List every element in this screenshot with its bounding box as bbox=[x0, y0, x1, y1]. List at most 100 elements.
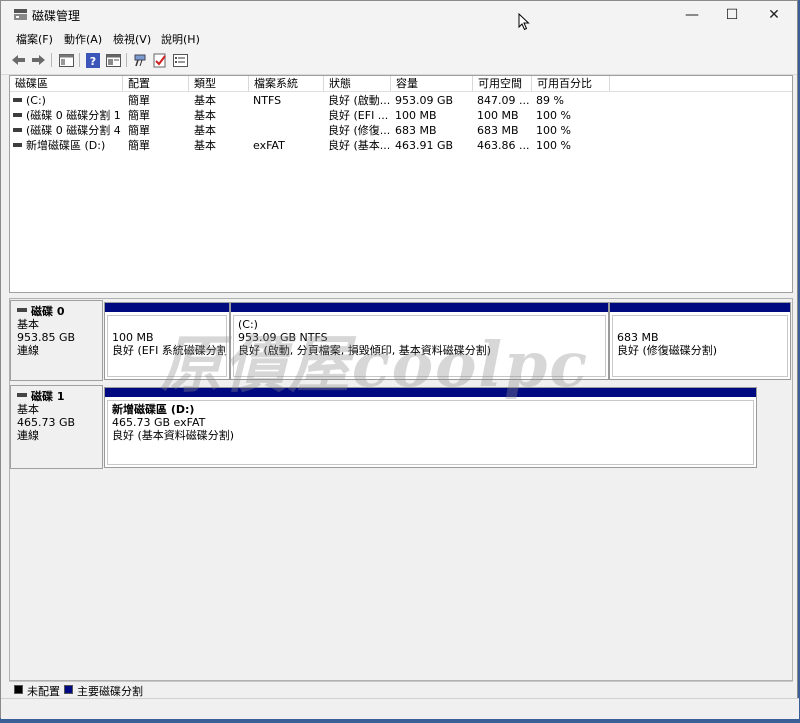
volume-row[interactable]: (C:) 簡單 基本 NTFS 良好 (啟動... 953.09 GB 847.… bbox=[10, 93, 792, 108]
disk-0-status: 連線 bbox=[17, 344, 39, 357]
title-bar[interactable]: 磁碟管理 — ☐ ✕ bbox=[1, 1, 797, 28]
partition-status: 良好 (啟動, 分頁檔案, 損毀傾印, 基本資料磁碟分割) bbox=[238, 344, 492, 357]
partition-size: 465.73 GB exFAT bbox=[112, 416, 206, 429]
partition-size: 683 MB bbox=[617, 331, 659, 344]
back-icon[interactable] bbox=[11, 52, 27, 68]
partition-c-drive[interactable]: (C:) 953.09 GB NTFS 良好 (啟動, 分頁檔案, 損毀傾印, … bbox=[230, 302, 609, 380]
legend-swatch-primary bbox=[64, 685, 73, 694]
column-header-percent-free[interactable]: 可用百分比 bbox=[532, 76, 610, 91]
filesystem-cell: exFAT bbox=[253, 139, 285, 152]
status-cell: 良好 (修復... bbox=[328, 124, 390, 137]
menu-bar: 檔案(F) 動作(A) 檢視(V) 說明(H) bbox=[1, 28, 797, 48]
percent-free-cell: 100 % bbox=[536, 109, 571, 122]
partition-bar bbox=[105, 388, 756, 397]
type-cell: 基本 bbox=[194, 139, 216, 152]
check-icon[interactable] bbox=[152, 52, 168, 68]
disk-1-type: 基本 bbox=[17, 403, 39, 416]
disk-1-size: 465.73 GB bbox=[17, 416, 76, 429]
disk-1-status: 連線 bbox=[17, 429, 39, 442]
partition-title: 新增磁碟區 (D:) bbox=[112, 403, 195, 416]
volume-icon bbox=[13, 113, 22, 117]
volume-list[interactable]: 磁碟區 配置 類型 檔案系統 狀態 容量 可用空間 可用百分比 (C:) 簡單 … bbox=[9, 75, 793, 293]
status-cell: 良好 (EFI ... bbox=[328, 109, 389, 122]
capacity-cell: 463.91 GB bbox=[395, 139, 454, 152]
disk-1-label[interactable]: 磁碟 1 基本 465.73 GB 連線 bbox=[10, 385, 103, 469]
legend-swatch-unallocated bbox=[14, 685, 23, 694]
toolbar-separator bbox=[126, 53, 127, 67]
volume-name: (磁碟 0 磁碟分割 4) bbox=[26, 124, 121, 137]
partition-status: 良好 (基本資料磁碟分割) bbox=[112, 429, 235, 442]
capacity-cell: 683 MB bbox=[395, 124, 437, 137]
partition-bar bbox=[105, 303, 229, 312]
menu-action[interactable]: 動作(A) bbox=[64, 31, 102, 47]
column-header-free-space[interactable]: 可用空間 bbox=[473, 76, 532, 91]
disk-graph-view[interactable]: 磁碟 0 基本 953.85 GB 連線 100 MB 良好 (EFI 系統磁碟… bbox=[9, 298, 793, 681]
layout-cell: 簡單 bbox=[128, 124, 150, 137]
free-space-cell: 463.86 ... bbox=[477, 139, 530, 152]
partition-size: 100 MB bbox=[112, 331, 154, 344]
volume-row[interactable]: (磁碟 0 磁碟分割 4) 簡單 基本 良好 (修復... 683 MB 683… bbox=[10, 123, 792, 138]
column-header-volume[interactable]: 磁碟區 bbox=[10, 76, 123, 91]
disk-0-type: 基本 bbox=[17, 318, 39, 331]
toolbar: ? bbox=[1, 48, 797, 75]
legend: 未配置 主要磁碟分割 bbox=[9, 681, 793, 698]
type-cell: 基本 bbox=[194, 109, 216, 122]
svg-text:?: ? bbox=[90, 55, 96, 68]
column-header-status[interactable]: 狀態 bbox=[324, 76, 391, 91]
partition-size: 953.09 GB NTFS bbox=[238, 331, 328, 344]
volume-row[interactable]: (磁碟 0 磁碟分割 1) 簡單 基本 良好 (EFI ... 100 MB 1… bbox=[10, 108, 792, 123]
status-bar bbox=[1, 698, 799, 719]
mouse-cursor-icon bbox=[518, 13, 530, 31]
column-header-type[interactable]: 類型 bbox=[189, 76, 249, 91]
volume-icon bbox=[13, 98, 22, 102]
capacity-cell: 953.09 GB bbox=[395, 94, 454, 107]
volume-name-cell: (磁碟 0 磁碟分割 1) bbox=[13, 108, 121, 123]
maximize-button[interactable]: ☐ bbox=[709, 1, 755, 28]
disk-0-size: 953.85 GB bbox=[17, 331, 76, 344]
legend-label-unallocated: 未配置 bbox=[27, 685, 60, 698]
column-header-filesystem[interactable]: 檔案系統 bbox=[249, 76, 324, 91]
volume-icon bbox=[13, 143, 22, 147]
disk-0-label[interactable]: 磁碟 0 基本 953.85 GB 連線 bbox=[10, 300, 103, 381]
filesystem-cell: NTFS bbox=[253, 94, 282, 107]
volume-name-cell: (磁碟 0 磁碟分割 4) bbox=[13, 123, 121, 138]
volume-row[interactable]: 新增磁碟區 (D:) 簡單 基本 exFAT 良好 (基本... 463.91 … bbox=[10, 138, 792, 153]
status-cell: 良好 (基本... bbox=[328, 139, 390, 152]
partition-body: 683 MB 良好 (修復磁碟分割) bbox=[612, 315, 788, 377]
partition-d-drive[interactable]: 新增磁碟區 (D:) 465.73 GB exFAT 良好 (基本資料磁碟分割) bbox=[104, 387, 757, 468]
free-space-cell: 683 MB bbox=[477, 124, 519, 137]
volume-name-cell: (C:) bbox=[13, 93, 121, 108]
volume-icon bbox=[13, 128, 22, 132]
type-cell: 基本 bbox=[194, 94, 216, 107]
partition-recovery[interactable]: 683 MB 良好 (修復磁碟分割) bbox=[609, 302, 791, 380]
percent-free-cell: 89 % bbox=[536, 94, 564, 107]
type-cell: 基本 bbox=[194, 124, 216, 137]
close-button[interactable]: ✕ bbox=[751, 1, 797, 28]
window-title: 磁碟管理 bbox=[32, 9, 81, 23]
menu-view[interactable]: 檢視(V) bbox=[113, 31, 151, 47]
free-space-cell: 100 MB bbox=[477, 109, 519, 122]
partition-status: 良好 (EFI 系統磁碟分割) bbox=[112, 344, 227, 357]
help-icon[interactable]: ? bbox=[85, 52, 101, 68]
list-icon[interactable] bbox=[172, 52, 188, 68]
column-header-capacity[interactable]: 容量 bbox=[391, 76, 473, 91]
menu-help[interactable]: 說明(H) bbox=[161, 31, 200, 47]
menu-file[interactable]: 檔案(F) bbox=[16, 31, 53, 47]
console-icon[interactable] bbox=[105, 52, 121, 68]
volume-name-cell: 新增磁碟區 (D:) bbox=[13, 138, 121, 153]
disk-1-name: 磁碟 1 bbox=[31, 390, 65, 403]
disk-1-name-row: 磁碟 1 bbox=[17, 390, 102, 403]
properties-view-icon[interactable] bbox=[58, 52, 74, 68]
partition-efi[interactable]: 100 MB 良好 (EFI 系統磁碟分割) bbox=[104, 302, 230, 380]
connect-icon[interactable] bbox=[133, 52, 149, 68]
partition-body: 新增磁碟區 (D:) 465.73 GB exFAT 良好 (基本資料磁碟分割) bbox=[107, 400, 754, 465]
partition-title: (C:) bbox=[238, 318, 258, 331]
toolbar-separator bbox=[51, 53, 52, 67]
toolbar-separator bbox=[79, 53, 80, 67]
partition-status: 良好 (修復磁碟分割) bbox=[617, 344, 718, 357]
forward-icon[interactable] bbox=[30, 52, 46, 68]
column-header-layout[interactable]: 配置 bbox=[123, 76, 189, 91]
filesystem-cell bbox=[253, 108, 323, 123]
status-cell: 良好 (啟動... bbox=[328, 94, 390, 107]
partition-bar bbox=[231, 303, 608, 312]
